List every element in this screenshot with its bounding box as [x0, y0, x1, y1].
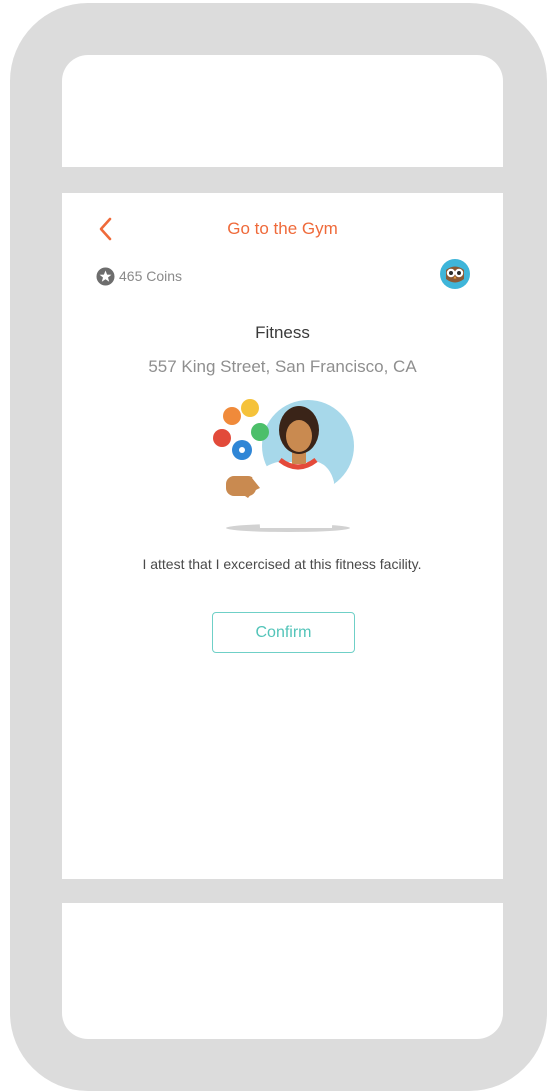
confirm-button[interactable]: Confirm [212, 612, 355, 653]
facility-name: Fitness [255, 323, 310, 342]
top-screen-area [62, 55, 503, 167]
page-title: Go to the Gym [227, 219, 338, 238]
facility-address: 557 King Street, San Francisco, CA [148, 357, 417, 376]
attestation-text: I attest that I excercised at this fitne… [142, 556, 422, 572]
fitness-person-illustration [208, 394, 358, 536]
coins-label: 465 Coins [119, 268, 183, 284]
coin-star-icon [96, 267, 115, 285]
bottom-screen-area [62, 903, 503, 1039]
owl-avatar-icon [440, 259, 470, 289]
profile-avatar-button[interactable] [440, 259, 470, 289]
coins-balance: 465 Coins [96, 265, 182, 287]
